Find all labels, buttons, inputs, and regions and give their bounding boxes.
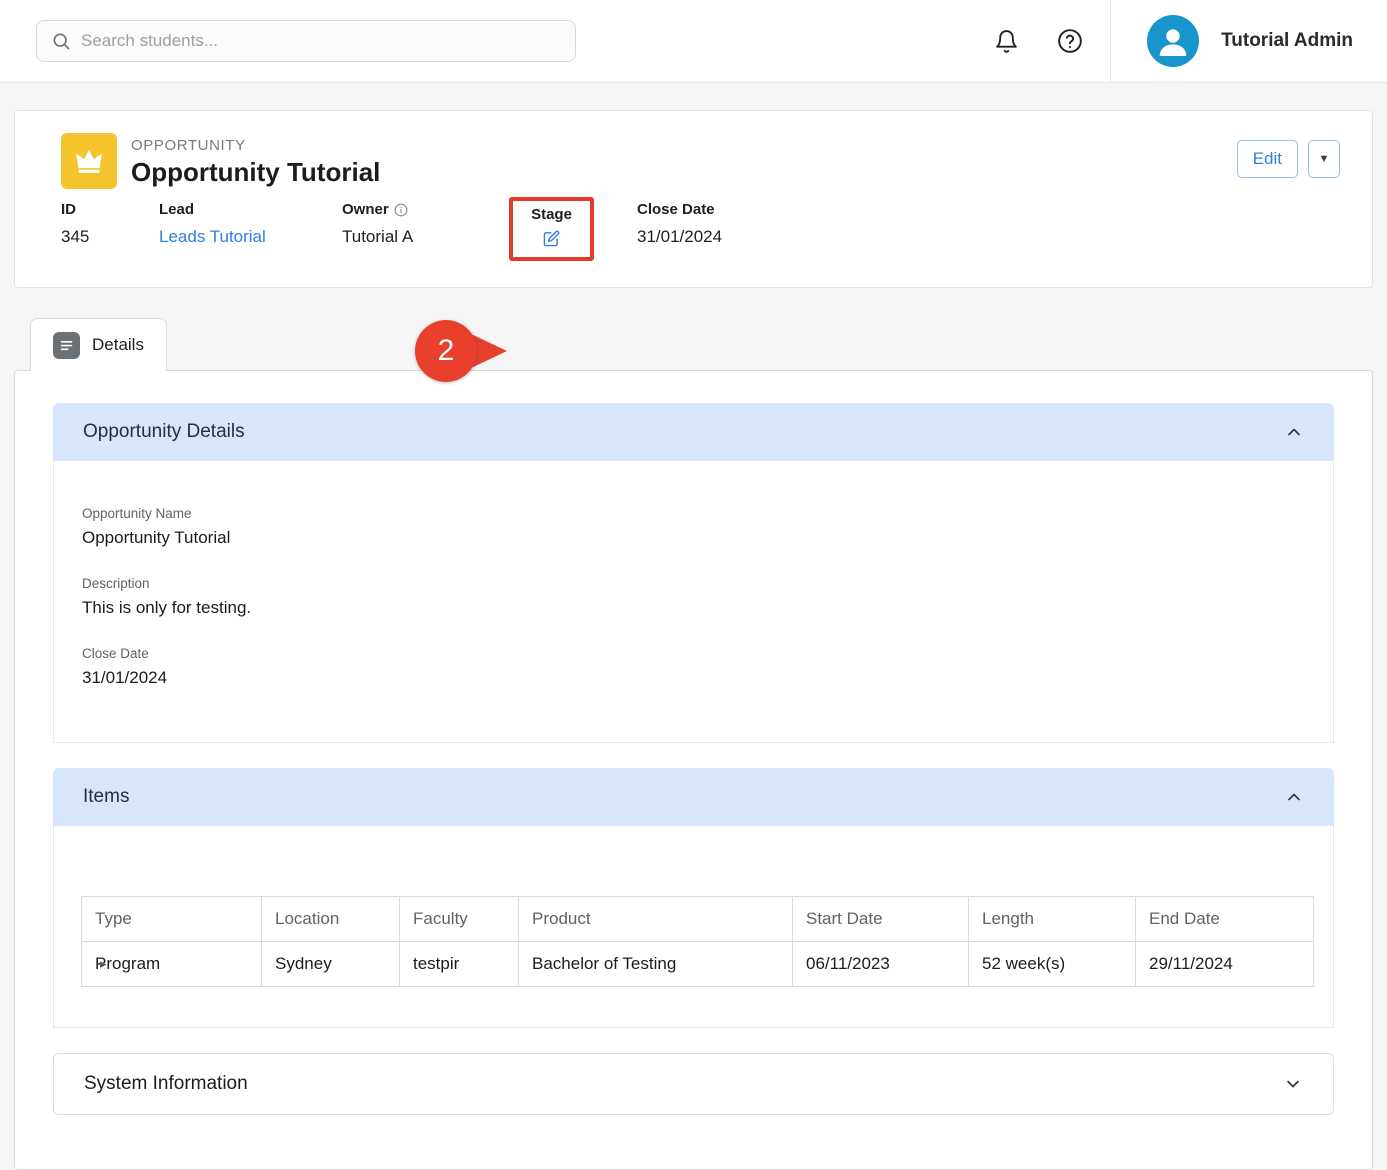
field-owner-value: Tutorial A	[342, 227, 509, 247]
table-row[interactable]: ▸ Program Sydney testpir Bachelor of Tes…	[82, 942, 1314, 987]
user-icon	[1153, 21, 1193, 61]
column-header-faculty: Faculty	[400, 897, 519, 942]
column-header-end-date: End Date	[1136, 897, 1314, 942]
section-opportunity-details: Opportunity Details Opportunity Name Opp…	[53, 403, 1334, 743]
section-system-information[interactable]: System Information	[53, 1053, 1334, 1115]
field-owner: Owner Tutorial A	[342, 201, 509, 247]
field-lead-value-link[interactable]: Leads Tutorial	[159, 227, 342, 247]
tab-details-label: Details	[92, 335, 144, 355]
system-information-title: System Information	[84, 1073, 248, 1095]
cell-faculty: testpir	[400, 942, 519, 987]
column-header-product: Product	[519, 897, 793, 942]
opportunity-crown-icon	[61, 133, 117, 189]
field-close-date-label: Close Date	[637, 201, 722, 218]
field-close-date: Close Date 31/01/2024	[637, 201, 722, 247]
opportunity-header-card: OPPORTUNITY Opportunity Tutorial Edit ▼ …	[14, 110, 1373, 288]
detail-value: 31/01/2024	[82, 668, 1305, 688]
header-actions: Edit ▼	[1237, 133, 1340, 178]
items-table-header-row: Type Location Faculty Product Start Date…	[82, 897, 1314, 942]
field-owner-label-text: Owner	[342, 201, 389, 218]
items-table: Type Location Faculty Product Start Date…	[81, 896, 1314, 987]
detail-value: This is only for testing.	[82, 598, 1305, 618]
cell-end-date: 29/11/2024	[1136, 942, 1314, 987]
stage-edit-pencil-icon[interactable]	[543, 230, 560, 247]
field-stage-highlighted: Stage	[509, 197, 594, 261]
search-input[interactable]	[81, 31, 561, 51]
opportunity-details-title: Opportunity Details	[83, 421, 245, 443]
annotation-step-badge: 2	[415, 320, 477, 382]
items-body: Type Location Faculty Product Start Date…	[53, 826, 1334, 1028]
entity-type-label: OPPORTUNITY	[131, 133, 380, 154]
cell-start-date: 06/11/2023	[793, 942, 969, 987]
header-title-block: OPPORTUNITY Opportunity Tutorial	[131, 133, 380, 188]
field-id: ID 345	[61, 201, 159, 247]
field-id-label: ID	[61, 201, 159, 218]
help-button[interactable]	[1048, 19, 1092, 63]
field-id-value: 345	[61, 227, 159, 247]
chevron-up-icon[interactable]	[1284, 422, 1304, 442]
caret-down-icon: ▼	[1319, 153, 1330, 165]
field-owner-label: Owner	[342, 201, 509, 218]
tab-row: Details	[14, 318, 1373, 371]
cell-product: Bachelor of Testing	[519, 942, 793, 987]
search-icon	[51, 31, 71, 51]
field-stage-label: Stage	[531, 206, 572, 223]
opportunity-details-header[interactable]: Opportunity Details	[53, 403, 1334, 461]
topbar: Tutorial Admin	[0, 0, 1387, 83]
header-top-row: OPPORTUNITY Opportunity Tutorial Edit ▼	[15, 111, 1372, 195]
search-box[interactable]	[36, 20, 576, 62]
detail-field-close-date: Close Date 31/01/2024	[82, 646, 1305, 688]
column-header-length: Length	[969, 897, 1136, 942]
notifications-button[interactable]	[984, 19, 1028, 63]
avatar[interactable]	[1147, 15, 1199, 67]
items-header[interactable]: Items	[53, 768, 1334, 826]
chevron-down-icon[interactable]	[1283, 1074, 1303, 1094]
tab-details[interactable]: Details	[30, 318, 167, 371]
detail-label: Close Date	[82, 646, 1305, 661]
info-icon[interactable]	[394, 203, 408, 217]
section-items: Items Type Location Faculty Product Star…	[53, 768, 1334, 1028]
detail-field-description: Description This is only for testing.	[82, 576, 1305, 618]
detail-field-opportunity-name: Opportunity Name Opportunity Tutorial	[82, 506, 1305, 548]
help-icon	[1057, 28, 1083, 54]
more-actions-button[interactable]: ▼	[1308, 140, 1340, 178]
items-title: Items	[83, 786, 129, 808]
detail-label: Description	[82, 576, 1305, 591]
field-close-date-value: 31/01/2024	[637, 227, 722, 247]
column-header-type: Type	[82, 897, 262, 942]
details-tab-icon	[53, 332, 80, 359]
header-fields-row: ID 345 Lead Leads Tutorial Owner Tutoria…	[15, 195, 1372, 287]
column-header-location: Location	[262, 897, 400, 942]
cell-length: 52 week(s)	[969, 942, 1136, 987]
page-title: Opportunity Tutorial	[131, 157, 380, 188]
bell-icon	[994, 29, 1019, 54]
chevron-up-icon[interactable]	[1284, 787, 1304, 807]
user-name: Tutorial Admin	[1221, 30, 1353, 52]
detail-value: Opportunity Tutorial	[82, 528, 1305, 548]
field-lead-label: Lead	[159, 201, 342, 218]
user-menu[interactable]: Tutorial Admin	[1111, 15, 1387, 67]
expand-row-icon[interactable]: ▸	[100, 956, 107, 972]
opportunity-details-body: Opportunity Name Opportunity Tutorial De…	[53, 461, 1334, 743]
detail-label: Opportunity Name	[82, 506, 1305, 521]
column-header-start-date: Start Date	[793, 897, 969, 942]
cell-location: Sydney	[262, 942, 400, 987]
edit-button[interactable]: Edit	[1237, 140, 1298, 178]
details-panel: Opportunity Details Opportunity Name Opp…	[14, 370, 1373, 1170]
field-lead: Lead Leads Tutorial	[159, 201, 342, 247]
